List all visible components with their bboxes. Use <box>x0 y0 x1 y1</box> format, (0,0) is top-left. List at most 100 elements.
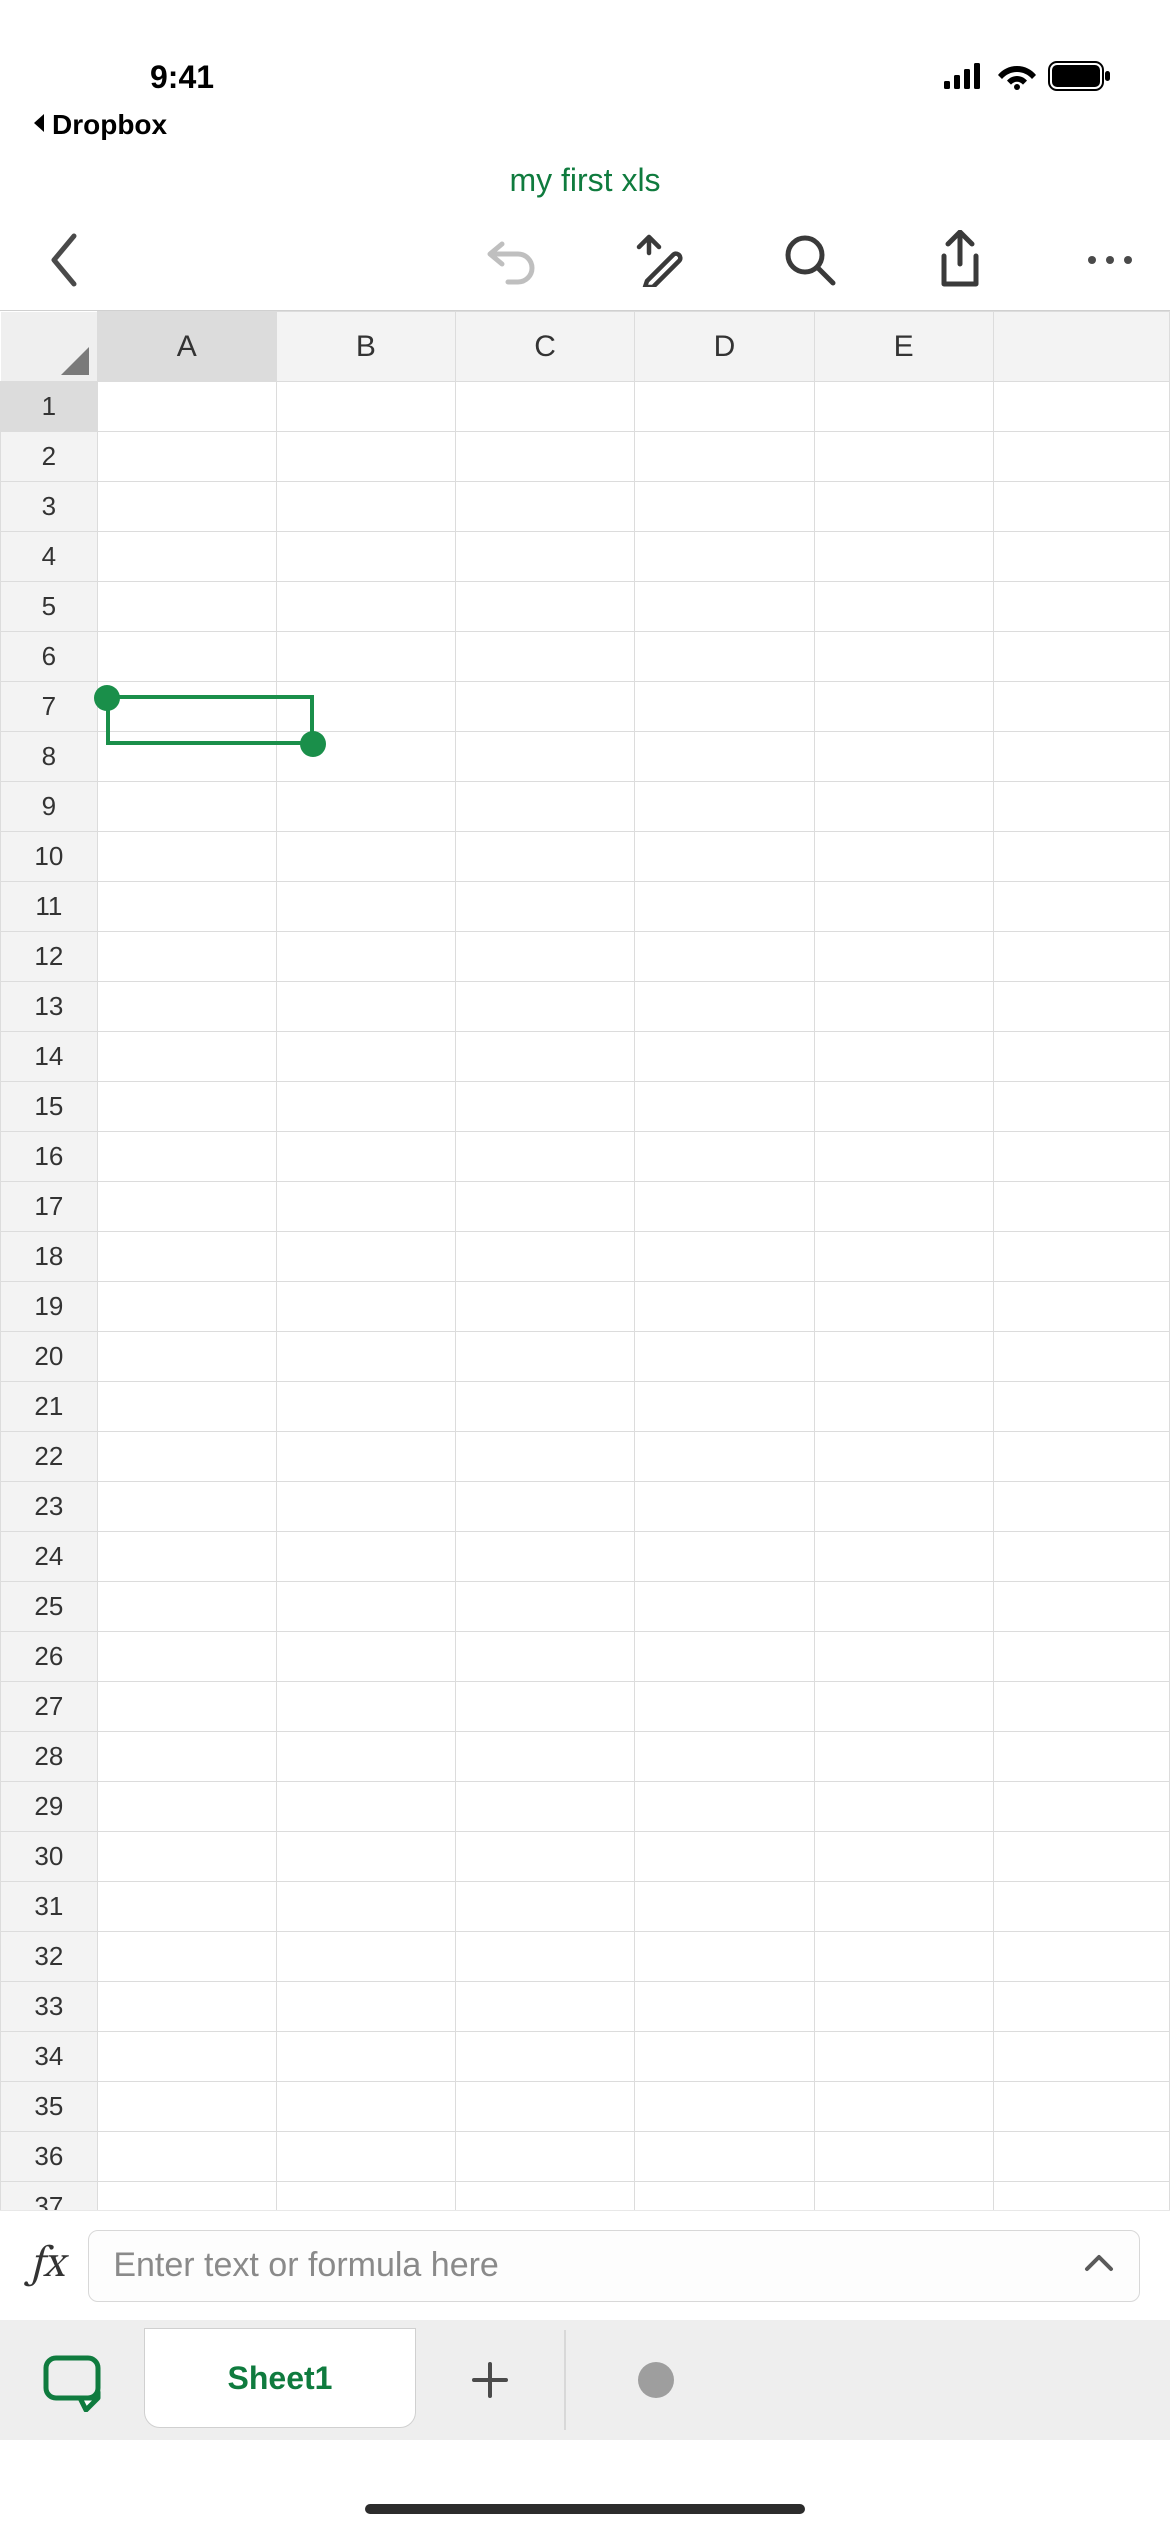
cell[interactable] <box>814 1932 993 1982</box>
cell[interactable] <box>97 1282 276 1332</box>
cell[interactable] <box>993 1532 1169 1582</box>
cell[interactable] <box>455 1082 634 1132</box>
cell[interactable] <box>635 1632 814 1682</box>
cell[interactable] <box>97 732 276 782</box>
cell[interactable] <box>276 2032 455 2082</box>
cell[interactable] <box>993 2082 1169 2132</box>
cell[interactable] <box>635 2082 814 2132</box>
cell[interactable] <box>635 1582 814 1632</box>
cell[interactable] <box>97 1382 276 1432</box>
undo-button[interactable] <box>480 230 540 290</box>
cell[interactable] <box>993 682 1169 732</box>
cell[interactable] <box>814 482 993 532</box>
row-header[interactable]: 5 <box>1 582 98 632</box>
cell[interactable] <box>455 1332 634 1382</box>
cell[interactable] <box>814 532 993 582</box>
row-header[interactable]: 10 <box>1 832 98 882</box>
cell[interactable] <box>814 1032 993 1082</box>
cell[interactable] <box>814 1632 993 1682</box>
cell[interactable] <box>276 832 455 882</box>
more-button[interactable] <box>1080 230 1140 290</box>
cell[interactable] <box>814 1282 993 1332</box>
cell[interactable] <box>814 1832 993 1882</box>
formula-input[interactable]: Enter text or formula here <box>88 2230 1140 2302</box>
cell[interactable] <box>455 532 634 582</box>
cell[interactable] <box>276 2082 455 2132</box>
cell[interactable] <box>993 1782 1169 1832</box>
cell[interactable] <box>814 1432 993 1482</box>
cell[interactable] <box>814 1182 993 1232</box>
cell[interactable] <box>455 382 634 432</box>
cell[interactable] <box>814 382 993 432</box>
cell[interactable] <box>635 1182 814 1232</box>
select-all-corner[interactable] <box>1 312 98 382</box>
row-header[interactable]: 4 <box>1 532 98 582</box>
sheets-toggle-button[interactable] <box>0 2320 144 2440</box>
cell[interactable] <box>276 1832 455 1882</box>
col-header-E[interactable]: E <box>814 312 993 382</box>
cell[interactable] <box>276 2132 455 2182</box>
cell[interactable] <box>455 682 634 732</box>
cell[interactable] <box>97 932 276 982</box>
cell[interactable] <box>276 382 455 432</box>
cell[interactable] <box>814 582 993 632</box>
cell[interactable] <box>276 1682 455 1732</box>
cell[interactable] <box>814 2132 993 2182</box>
cell[interactable] <box>814 1882 993 1932</box>
cell[interactable] <box>814 932 993 982</box>
cell[interactable] <box>455 1882 634 1932</box>
cell[interactable] <box>814 1482 993 1532</box>
row-header[interactable]: 24 <box>1 1532 98 1582</box>
row-header[interactable]: 34 <box>1 2032 98 2082</box>
cell[interactable] <box>455 2132 634 2182</box>
cell[interactable] <box>455 1682 634 1732</box>
cell[interactable] <box>97 832 276 882</box>
cell[interactable] <box>276 1932 455 1982</box>
cell[interactable] <box>276 582 455 632</box>
col-header-F[interactable] <box>993 312 1169 382</box>
cell[interactable] <box>993 1182 1169 1232</box>
cell[interactable] <box>635 1382 814 1432</box>
row-header[interactable]: 6 <box>1 632 98 682</box>
col-header-C[interactable]: C <box>455 312 634 382</box>
cell[interactable] <box>814 832 993 882</box>
cell[interactable] <box>455 632 634 682</box>
cell[interactable] <box>97 1082 276 1132</box>
row-header[interactable]: 15 <box>1 1082 98 1132</box>
draw-button[interactable] <box>630 230 690 290</box>
cell[interactable] <box>993 2032 1169 2082</box>
back-to-app[interactable]: Dropbox <box>0 100 1170 150</box>
cell[interactable] <box>635 582 814 632</box>
cell[interactable] <box>635 882 814 932</box>
cell[interactable] <box>276 1582 455 1632</box>
row-header[interactable]: 2 <box>1 432 98 482</box>
row-header[interactable]: 14 <box>1 1032 98 1082</box>
cell[interactable] <box>97 2032 276 2082</box>
cell[interactable] <box>97 1582 276 1632</box>
cell[interactable] <box>993 1232 1169 1282</box>
cell[interactable] <box>97 1932 276 1982</box>
cell[interactable] <box>993 632 1169 682</box>
row-header[interactable]: 18 <box>1 1232 98 1282</box>
cell[interactable] <box>635 1932 814 1982</box>
cell[interactable] <box>97 1232 276 1282</box>
cell[interactable] <box>455 1282 634 1332</box>
cell[interactable] <box>97 382 276 432</box>
cell[interactable] <box>97 532 276 582</box>
row-header[interactable]: 20 <box>1 1332 98 1382</box>
row-header[interactable]: 29 <box>1 1782 98 1832</box>
cell[interactable] <box>635 1682 814 1732</box>
cell[interactable] <box>635 1832 814 1882</box>
row-header[interactable]: 8 <box>1 732 98 782</box>
cell[interactable] <box>276 782 455 832</box>
cell[interactable] <box>993 382 1169 432</box>
cell[interactable] <box>97 1332 276 1382</box>
cell[interactable] <box>993 532 1169 582</box>
cell[interactable] <box>97 1832 276 1882</box>
cell[interactable] <box>276 1032 455 1082</box>
cell[interactable] <box>276 1232 455 1282</box>
cell[interactable] <box>635 532 814 582</box>
spreadsheet[interactable]: A B C D E 123456789101112131415161718192… <box>0 310 1170 2382</box>
cell[interactable] <box>276 1732 455 1782</box>
cell[interactable] <box>455 1582 634 1632</box>
